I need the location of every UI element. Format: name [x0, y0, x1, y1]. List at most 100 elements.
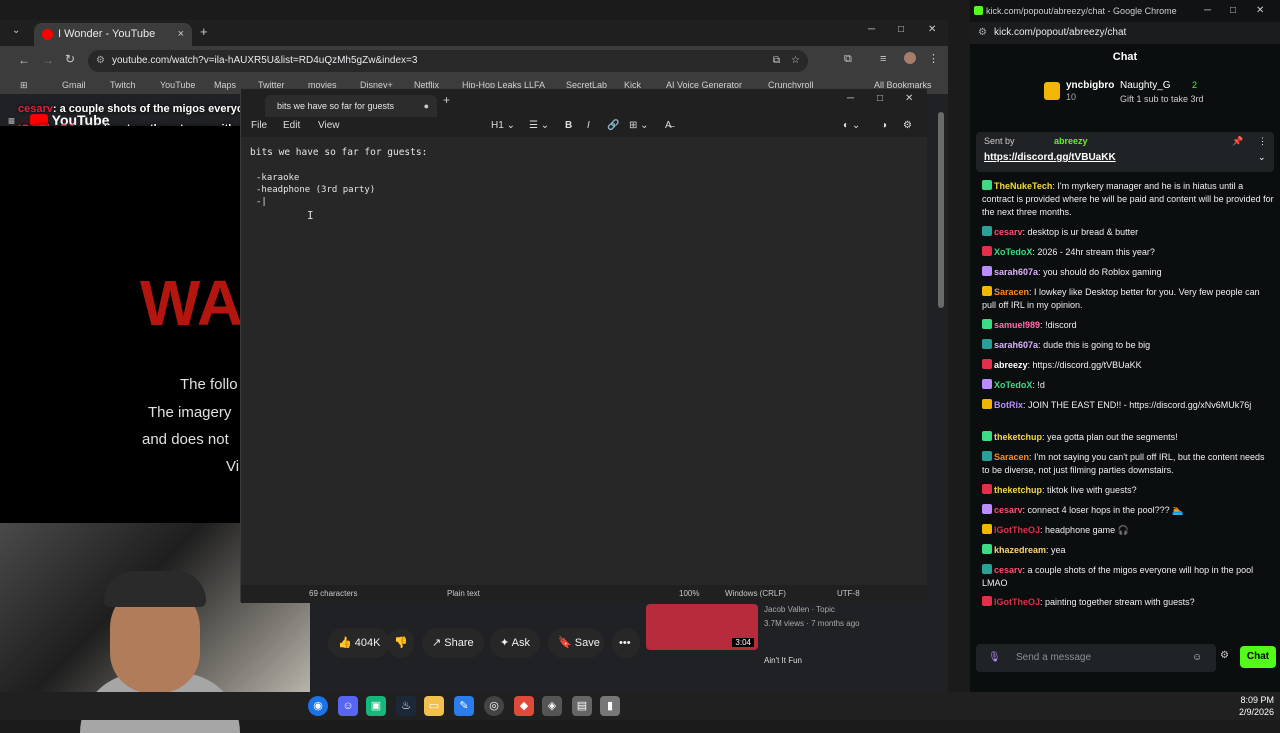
maximize-icon[interactable]: □ — [898, 24, 904, 35]
line-ending[interactable]: Windows (CRLF) — [725, 585, 786, 603]
bookmark-item[interactable]: Gmail — [62, 76, 86, 94]
menu-edit[interactable]: Edit — [283, 120, 300, 131]
bookmark-star-icon[interactable]: ☆ — [791, 50, 800, 72]
tab-close-icon[interactable]: × — [178, 23, 184, 46]
profile-avatar[interactable] — [904, 52, 916, 64]
related-video-thumbnail[interactable]: 3:04 — [646, 604, 758, 650]
chat-username[interactable]: cesarv — [994, 565, 1023, 575]
notepad-close-icon[interactable]: ✕ — [905, 93, 913, 104]
notepad-new-tab-icon[interactable]: + — [443, 93, 450, 107]
system-clock[interactable]: 8:09 PM 2/9/2026 — [1239, 694, 1274, 718]
close-icon[interactable]: ✕ — [928, 24, 936, 35]
chat-message[interactable]: XoTedoX: 2026 - 24hr stream this year? — [982, 246, 1274, 259]
chat-username[interactable]: theketchup — [994, 432, 1042, 442]
chat-message[interactable]: theketchup: tiktok live with guests? — [982, 484, 1274, 497]
apps-icon[interactable]: ⊞ — [20, 76, 28, 94]
forward-icon[interactable]: → — [42, 53, 54, 67]
app-taskbar-icon[interactable]: ▮ — [600, 696, 620, 716]
notepad-editor[interactable]: bits we have so far for guests: -karaoke… — [241, 137, 927, 585]
chat-username[interactable]: IGotTheOJ — [994, 525, 1040, 535]
chat-message[interactable]: cesarv: a couple shots of the migos ever… — [982, 564, 1274, 590]
zoom-level[interactable]: 100% — [679, 585, 699, 603]
chat-message[interactable]: sarah607a: dude this is going to be big — [982, 339, 1274, 352]
menu-file[interactable]: File — [251, 120, 267, 131]
chat-message[interactable]: abreezy: https://discord.gg/tVBUaKK — [982, 359, 1274, 372]
table-icon[interactable]: ⊞ ⌄ — [629, 120, 649, 131]
media-icon[interactable]: ≡ — [880, 53, 886, 65]
save-button[interactable]: 🔖 Save — [548, 628, 604, 658]
chat-username[interactable]: cesarv — [994, 505, 1023, 515]
encoding[interactable]: UTF-8 — [837, 585, 860, 603]
app-taskbar-icon[interactable]: ◆ — [514, 696, 534, 716]
app-taskbar-icon[interactable]: ▣ — [366, 696, 386, 716]
dislike-button[interactable]: 👎 — [388, 628, 414, 658]
chat-message[interactable]: samuel989: !discord — [982, 319, 1274, 332]
gift-note[interactable]: Gift 1 sub to take 3rd — [1120, 94, 1204, 104]
bookmark-item[interactable]: Twitch — [110, 76, 136, 94]
app-taskbar-icon[interactable]: ▤ — [572, 696, 592, 716]
chat-username[interactable]: Saracen — [994, 452, 1029, 462]
send-chat-button[interactable]: Chat — [1240, 646, 1276, 668]
pinned-collapse-icon[interactable]: ⌄ — [1258, 152, 1266, 163]
chat-username[interactable]: abreezy — [994, 360, 1028, 370]
heading-dropdown[interactable]: H1 ⌄ — [491, 120, 515, 131]
steam-taskbar-icon[interactable]: ♨ — [396, 696, 416, 716]
menu-kebab-icon[interactable]: ⋮ — [928, 52, 939, 65]
related-channel[interactable]: Jacob Vallen · Topic — [764, 605, 835, 614]
unsaved-dot-icon[interactable]: ● — [424, 95, 429, 117]
chat-username[interactable]: Saracen — [994, 287, 1029, 297]
copilot-icon[interactable]: ◐ ⌄ — [843, 120, 860, 131]
settings-gear-icon[interactable]: ⚙ — [903, 120, 912, 131]
chat-username[interactable]: XoTedoX — [994, 247, 1032, 257]
url-bar[interactable]: ⚙ youtube.com/watch?v=ila-hAUXR5U&list=R… — [88, 50, 808, 72]
video-player[interactable]: WA The follo The imagery and does not Vi — [0, 126, 243, 526]
gifter-name[interactable]: yncbigbro — [1066, 80, 1114, 91]
bookmark-item[interactable]: YouTube — [160, 76, 195, 94]
page-scrollbar[interactable] — [938, 112, 944, 308]
chat-message[interactable]: BotRix: JOIN THE EAST END!! - https://di… — [982, 399, 1274, 412]
kick-minimize-icon[interactable]: ─ — [1204, 0, 1211, 22]
like-button[interactable]: 👍 404K — [328, 628, 390, 658]
list-icon[interactable]: ☰ ⌄ — [529, 120, 549, 131]
kick-maximize-icon[interactable]: □ — [1230, 0, 1236, 22]
bookmark-item[interactable]: Maps — [214, 76, 236, 94]
pinned-menu-icon[interactable]: ⋮ — [1258, 136, 1267, 147]
menu-view[interactable]: View — [318, 120, 340, 131]
reload-icon[interactable]: ↻ — [65, 52, 75, 66]
notepad-taskbar-icon[interactable]: ✎ — [454, 696, 474, 716]
obs-taskbar-icon[interactable]: ◎ — [484, 696, 504, 716]
install-icon[interactable]: ⧉ — [773, 50, 780, 72]
chat-username[interactable]: sarah607a — [994, 267, 1038, 277]
site-info-icon[interactable]: ⚙ — [96, 50, 105, 72]
account-icon[interactable]: ◑ — [881, 120, 887, 131]
chat-input[interactable]: 🎙 Send a message ☺ — [976, 644, 1216, 672]
link-icon[interactable]: 🔗 — [607, 120, 619, 131]
notepad-tab[interactable]: bits we have so far for guests ● — [265, 95, 437, 117]
chat-message[interactable]: IGotTheOJ: painting together stream with… — [982, 596, 1274, 609]
chat-username[interactable]: BotRix — [994, 400, 1023, 410]
back-icon[interactable]: ← — [18, 53, 30, 67]
mic-icon[interactable]: 🎙 — [988, 644, 1001, 672]
tab-youtube[interactable]: I Wonder - YouTube × — [34, 23, 192, 46]
chat-message[interactable]: Saracen: I'm not saying you can't pull o… — [982, 451, 1274, 477]
more-actions-button[interactable]: ••• — [612, 628, 640, 658]
chat-message[interactable]: khazedream: yea — [982, 544, 1274, 557]
settings-icon[interactable]: ⚙ — [1220, 650, 1229, 661]
text-format[interactable]: Plain text — [447, 585, 480, 603]
chat-username[interactable]: samuel989 — [994, 320, 1040, 330]
notepad-minimize-icon[interactable]: ─ — [847, 93, 854, 104]
extensions-icon[interactable]: ⧉ — [844, 53, 852, 66]
share-button[interactable]: ↗ Share — [422, 628, 484, 658]
chat-username[interactable]: XoTedoX — [994, 380, 1032, 390]
chat-message[interactable]: sarah607a: you should do Roblox gaming — [982, 266, 1274, 279]
chat-username[interactable]: theketchup — [994, 485, 1042, 495]
chat-message[interactable]: cesarv: connect 4 loser hops in the pool… — [982, 504, 1274, 517]
chat-username[interactable]: cesarv — [994, 227, 1023, 237]
kick-site-info-icon[interactable]: ⚙ — [978, 22, 987, 44]
kick-url-bar[interactable]: ⚙ kick.com/popout/abreezy/chat — [970, 22, 1280, 44]
chat-message[interactable]: IGotTheOJ: headphone game 🎧 — [982, 524, 1274, 537]
pinned-author[interactable]: abreezy — [1054, 136, 1088, 146]
next-related-title[interactable]: Ain't It Fun — [764, 656, 802, 665]
discord-taskbar-icon[interactable]: ☺ — [338, 696, 358, 716]
gifter-name[interactable]: Naughty_G — [1120, 80, 1171, 91]
